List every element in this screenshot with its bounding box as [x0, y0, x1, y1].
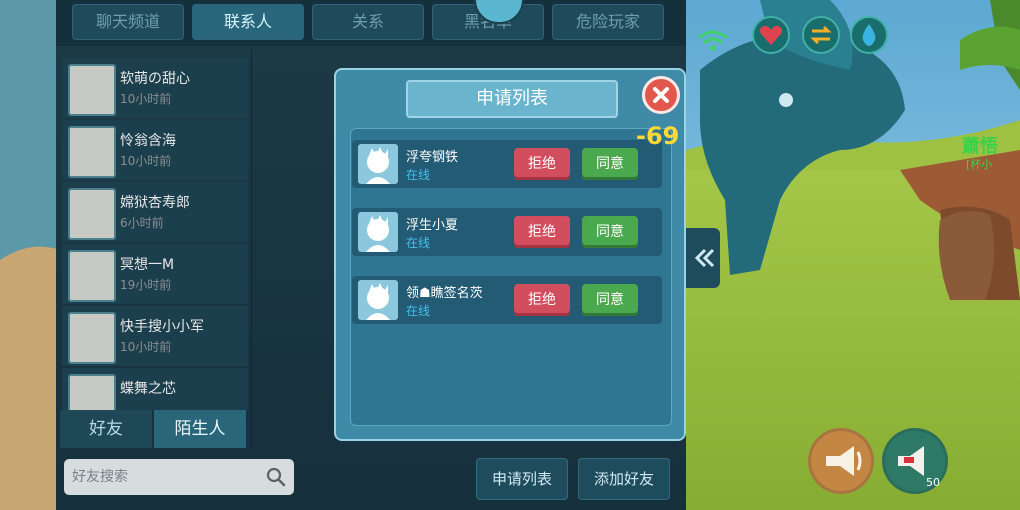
tab-relations[interactable]: 关系 [312, 4, 424, 40]
panel-divider [251, 50, 252, 450]
avatar [68, 188, 116, 240]
request-list-button[interactable]: 申请列表 [476, 458, 568, 500]
requester-name: 浮生小夏 [406, 218, 459, 233]
avatar [358, 144, 398, 184]
agree-button[interactable]: 同意 [582, 148, 638, 180]
dialog-title: 申请列表 [406, 80, 618, 118]
online-status: 在线 [406, 168, 431, 182]
contact-last-seen: 10小时前 [120, 154, 172, 168]
contact-last-seen: 10小时前 [120, 92, 172, 106]
avatar [358, 280, 398, 320]
heart-button[interactable] [752, 16, 790, 54]
online-status: 在线 [406, 304, 431, 318]
tab-bar: 聊天频道 联系人 关系 黑名单 危险玩家 [56, 0, 686, 46]
tab-dangerous-players[interactable]: 危险玩家 [552, 4, 664, 40]
agree-button[interactable]: 同意 [582, 284, 638, 316]
avatar [68, 374, 116, 410]
request-row: 浮夸钢铁 在线 拒绝 同意 [352, 140, 662, 188]
request-row: 浮生小夏 在线 拒绝 同意 [352, 208, 662, 256]
subtab-strangers[interactable]: 陌生人 [154, 410, 246, 448]
requester-name: 领☗瞧签名茨 [406, 286, 483, 301]
player-subtitle: [杯小 [966, 158, 993, 171]
tab-contacts[interactable]: 联系人 [192, 4, 304, 40]
megaphone-button[interactable] [808, 428, 874, 494]
contact-last-seen: 10小时前 [120, 340, 172, 354]
avatar [68, 250, 116, 302]
list-item[interactable]: 蝶舞之芯 [62, 368, 248, 410]
drop-icon [862, 24, 876, 46]
heart-icon [760, 25, 782, 45]
list-item[interactable]: 嫦狱杏寿郎 6小时前 [62, 182, 248, 242]
search-icon[interactable] [266, 467, 286, 487]
contact-name: 软萌の甜心 [120, 71, 190, 87]
tab-chat-channel[interactable]: 聊天频道 [72, 4, 184, 40]
water-button[interactable] [850, 16, 888, 54]
score-popup: -69 [636, 122, 680, 150]
avatar [358, 212, 398, 252]
avatar [68, 64, 116, 116]
request-row: 领☗瞧签名茨 在线 拒绝 同意 [352, 276, 662, 324]
avatar [68, 126, 116, 178]
reject-button[interactable]: 拒绝 [514, 216, 570, 248]
request-list: 浮夸钢铁 在线 拒绝 同意 浮生小夏 在线 拒绝 同意 领☗瞧签名茨 在线 拒绝… [350, 128, 672, 426]
double-chevron-left-icon [694, 248, 715, 268]
contact-name: 嫦狱杏寿郎 [120, 195, 190, 211]
contact-last-seen: 19小时前 [120, 278, 172, 292]
player-nameplate: 蕭悟 [962, 136, 998, 157]
add-friend-button[interactable]: 添加好友 [578, 458, 670, 500]
avatar [68, 312, 116, 364]
contact-name: 冥想一M [120, 257, 175, 273]
subtab-friends[interactable]: 好友 [60, 410, 152, 448]
speaker-count: 50 [926, 476, 940, 489]
list-item[interactable]: 快手搜小小军 10小时前 [62, 306, 248, 366]
list-item[interactable]: 怜翁含海 10小时前 [62, 120, 248, 180]
friend-search-input[interactable]: 好友搜索 [64, 459, 294, 495]
close-button[interactable] [642, 76, 680, 114]
requester-name: 浮夸钢铁 [406, 150, 459, 165]
list-item[interactable]: 软萌の甜心 10小时前 [62, 58, 248, 118]
reject-button[interactable]: 拒绝 [514, 284, 570, 316]
contact-name: 怜翁含海 [120, 133, 176, 149]
close-icon [653, 87, 669, 103]
contact-name: 快手搜小小军 [120, 319, 204, 335]
online-status: 在线 [406, 236, 431, 250]
collapse-panel-button[interactable] [686, 228, 720, 288]
contact-last-seen: 6小时前 [120, 216, 164, 230]
megaphone-icon [811, 431, 871, 491]
reject-button[interactable]: 拒绝 [514, 148, 570, 180]
agree-button[interactable]: 同意 [582, 216, 638, 248]
swap-icon [810, 25, 832, 45]
contact-list: 软萌の甜心 10小时前 怜翁含海 10小时前 嫦狱杏寿郎 6小时前 冥想一M 1… [62, 58, 248, 410]
swap-button[interactable] [802, 16, 840, 54]
search-placeholder: 好友搜索 [72, 469, 128, 485]
contact-name: 蝶舞之芯 [120, 381, 176, 397]
wifi-icon [698, 30, 728, 51]
list-item[interactable]: 冥想一M 19小时前 [62, 244, 248, 304]
request-list-dialog: 申请列表 浮夸钢铁 在线 拒绝 同意 浮生小夏 在线 拒绝 同意 领☗瞧签名茨 … [334, 68, 686, 441]
voice-button[interactable]: 50 [882, 428, 948, 494]
